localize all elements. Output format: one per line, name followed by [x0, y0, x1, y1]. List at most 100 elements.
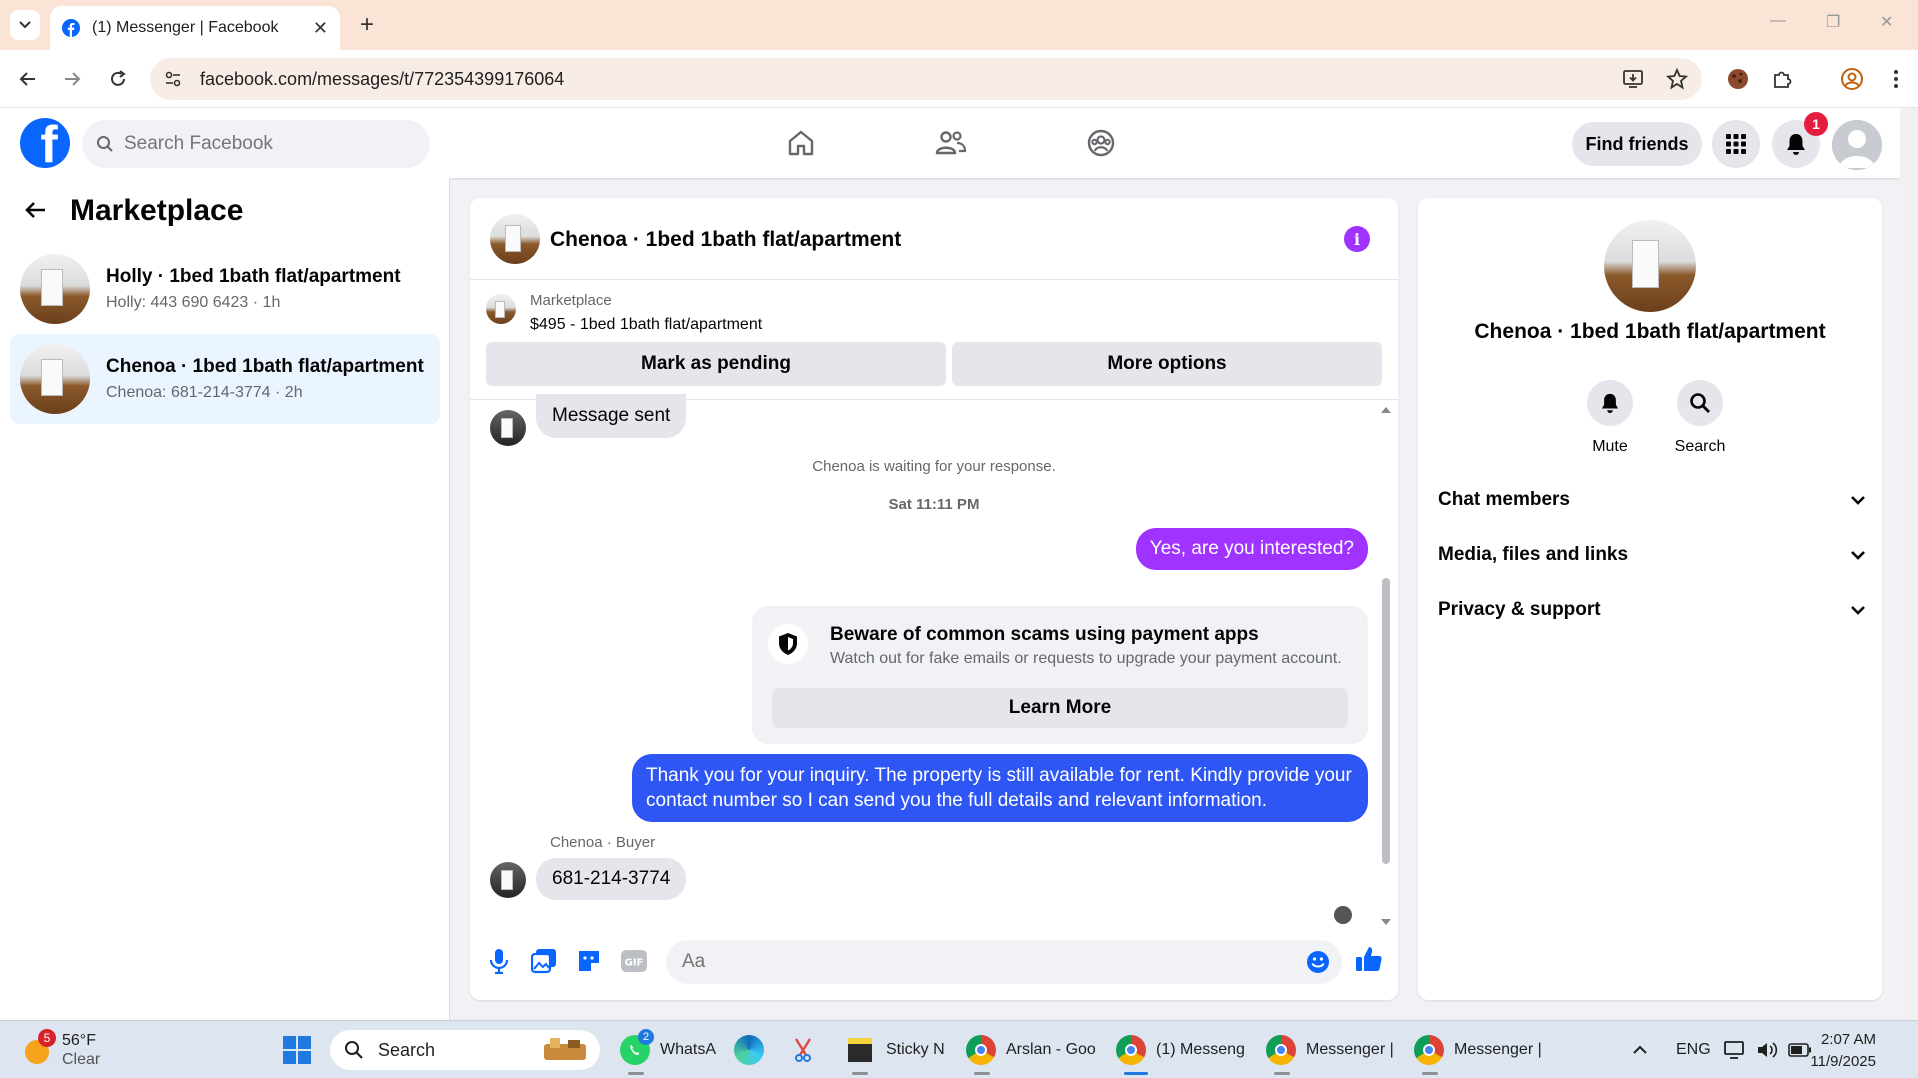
taskbar-app-chrome-arslan[interactable]: Arslan - Goo: [966, 1031, 1096, 1075]
arrow-left-icon: [25, 202, 45, 218]
chat-scroll-thumb[interactable]: [1382, 578, 1390, 864]
message-input-box[interactable]: [666, 940, 1342, 984]
taskbar-app-label: Messenger |: [1306, 1041, 1394, 1058]
show-hidden-icons-button[interactable]: [1632, 1031, 1648, 1069]
reload-icon: [111, 70, 126, 86]
battery-icon: [1788, 1043, 1811, 1057]
taskbar-app-chrome-messenger-1[interactable]: (1) Messeng: [1116, 1031, 1245, 1075]
arrow-right-icon: [65, 72, 81, 86]
photo-icon[interactable]: [529, 946, 559, 976]
facebook-favicon-icon: [62, 19, 80, 37]
address-bar[interactable]: facebook.com/messages/t/772354399176064: [150, 58, 1702, 100]
profile-button[interactable]: [1836, 63, 1868, 95]
back-button[interactable]: [12, 63, 44, 95]
back-to-chats-button[interactable]: [24, 198, 48, 227]
sticky-notes-icon: [848, 1038, 872, 1062]
taskbar-app-snipping[interactable]: [790, 1031, 820, 1069]
chat-avatar[interactable]: [490, 214, 540, 264]
section-label: Chat members: [1438, 489, 1570, 510]
browser-menu-button[interactable]: [1880, 63, 1912, 95]
new-tab-button[interactable]: +: [352, 10, 382, 40]
weather-widget[interactable]: 5 56°F Clear: [20, 1029, 100, 1069]
mark-as-pending-button[interactable]: Mark as pending: [486, 342, 946, 386]
minimize-icon[interactable]: —: [1770, 12, 1786, 30]
system-tray[interactable]: [1724, 1031, 1812, 1069]
message-bubble-out-long[interactable]: Thank you for your inquiry. The property…: [632, 754, 1368, 822]
info-icon[interactable]: i: [1344, 226, 1370, 252]
message-bubble-in[interactable]: Message sent: [536, 394, 687, 438]
message-bubble-in[interactable]: 681-214-3774: [536, 858, 687, 900]
message-bubble-out[interactable]: Yes, are you interested?: [1135, 528, 1368, 570]
menu-button[interactable]: [1712, 120, 1760, 168]
facebook-logo[interactable]: f: [20, 118, 70, 168]
close-window-icon[interactable]: ✕: [1880, 12, 1893, 32]
close-tab-icon[interactable]: ✕: [313, 18, 328, 39]
chrome-icon: [1414, 1035, 1444, 1065]
taskbar-app-chrome-messenger-2[interactable]: Messenger |: [1266, 1031, 1394, 1075]
like-thumb-icon[interactable]: [1354, 944, 1384, 974]
chrome-icon: [966, 1035, 996, 1065]
section-media-files-links[interactable]: Media, files and links: [1438, 535, 1866, 575]
mute-action[interactable]: Mute: [1570, 380, 1650, 456]
language-indicator[interactable]: ENG: [1676, 1031, 1711, 1069]
listing-thumbnail[interactable]: [486, 294, 516, 324]
info-avatar[interactable]: [1604, 220, 1696, 312]
section-chat-members[interactable]: Chat members: [1438, 480, 1866, 520]
facebook-search-input[interactable]: [124, 133, 404, 155]
conversation-item-chenoa[interactable]: Chenoa · 1bed 1bath flat/apartment Cheno…: [10, 334, 440, 424]
mute-label: Mute: [1592, 438, 1628, 455]
network-icon: [1724, 1041, 1744, 1059]
windows-logo-icon: [283, 1036, 311, 1064]
cookie-extension-icon[interactable]: [1722, 63, 1754, 95]
friends-nav-button[interactable]: [932, 124, 970, 162]
conversation-item-holly[interactable]: Holly · 1bed 1bath flat/apartment Holly:…: [10, 244, 440, 334]
section-privacy-support[interactable]: Privacy & support: [1438, 590, 1866, 630]
taskbar-search-label: Search: [378, 1039, 436, 1060]
microphone-icon[interactable]: [484, 946, 514, 976]
taskbar-app-label: Arslan - Goo: [1006, 1041, 1096, 1058]
system-clock[interactable]: 2:07 AM 11/9/2025: [1810, 1029, 1876, 1073]
account-avatar[interactable]: [1832, 120, 1882, 170]
sticker-icon[interactable]: [574, 946, 604, 976]
kebab-menu-icon: [1894, 70, 1898, 88]
message-input[interactable]: [682, 951, 1262, 973]
maximize-icon[interactable]: ❐: [1826, 12, 1840, 32]
tab-search-button[interactable]: [10, 10, 40, 40]
taskbar-app-sticky-notes[interactable]: Sticky N: [846, 1031, 945, 1075]
snipping-tool-icon: [794, 1038, 812, 1062]
install-app-icon[interactable]: [1622, 68, 1644, 90]
bookmark-star-icon[interactable]: [1666, 68, 1688, 90]
find-friends-button[interactable]: Find friends: [1572, 122, 1702, 166]
chat-scrollbar[interactable]: [1380, 400, 1392, 930]
reload-button[interactable]: [102, 63, 134, 95]
forward-button[interactable]: [56, 63, 88, 95]
more-options-button[interactable]: More options: [952, 342, 1382, 386]
marketplace-listing-banner: Marketplace $495 - 1bed 1bath flat/apart…: [470, 280, 1398, 400]
emoji-icon[interactable]: [1306, 950, 1330, 974]
bell-icon: [1787, 134, 1805, 155]
taskbar-app-chrome-messenger-3[interactable]: Messenger |: [1414, 1031, 1542, 1075]
learn-more-button[interactable]: Learn More: [772, 688, 1348, 728]
section-label: Media, files and links: [1438, 544, 1629, 565]
conversation-info-panel: Chenoa · 1bed 1bath flat/apartment Mute …: [1418, 198, 1882, 1000]
sender-avatar: [490, 862, 526, 898]
taskbar-app-label: (1) Messeng: [1156, 1041, 1245, 1058]
edge-icon: [734, 1035, 764, 1065]
taskbar-app-whatsapp[interactable]: 2 WhatsA: [620, 1029, 716, 1075]
home-nav-button[interactable]: [782, 124, 820, 162]
weather-badge: 5: [38, 1029, 56, 1047]
gif-icon[interactable]: GIF: [619, 946, 649, 976]
groups-nav-button[interactable]: [1082, 124, 1120, 162]
weather-temp: 56°F: [62, 1032, 96, 1049]
start-button[interactable]: [282, 1031, 312, 1069]
taskbar-search[interactable]: Search: [330, 1030, 600, 1070]
message-line-2: contact number so I can send you the ful…: [646, 790, 1268, 811]
listing-title[interactable]: $495 - 1bed 1bath flat/apartment: [530, 316, 762, 334]
chat-title[interactable]: Chenoa · 1bed 1bath flat/apartment: [550, 228, 901, 252]
extensions-button[interactable]: [1766, 63, 1798, 95]
browser-tab-active[interactable]: (1) Messenger | Facebook ✕: [50, 6, 340, 50]
search-action[interactable]: Search: [1660, 380, 1740, 456]
page-scrollbar[interactable]: [1900, 108, 1918, 1020]
facebook-search[interactable]: [82, 120, 430, 168]
taskbar-app-edge[interactable]: [734, 1031, 764, 1069]
